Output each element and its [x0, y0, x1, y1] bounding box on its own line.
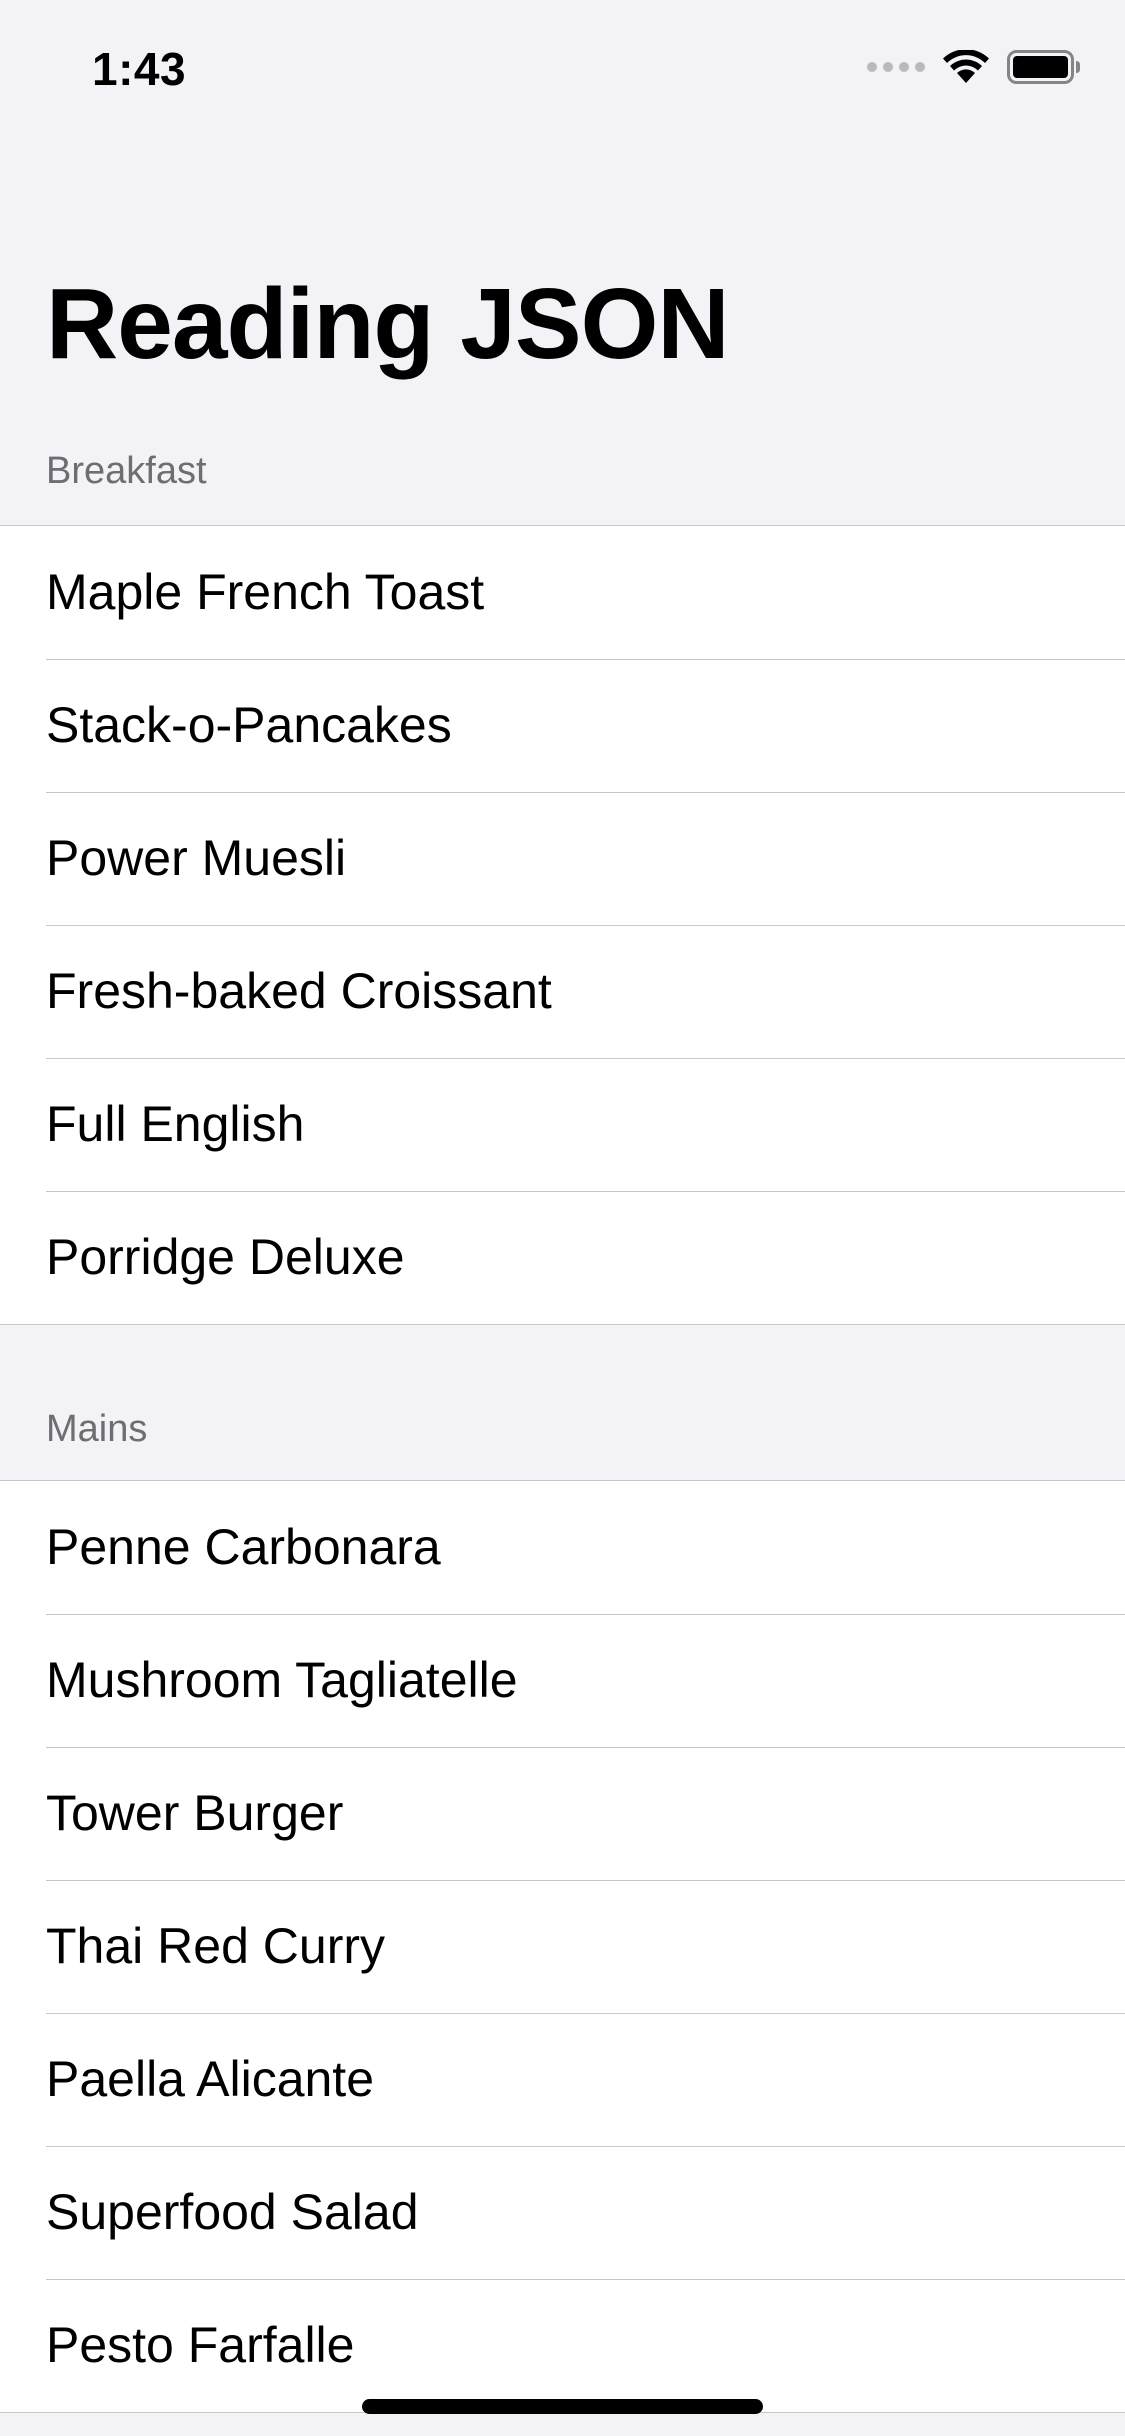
list-item[interactable]: Thai Red Curry	[0, 1880, 1125, 2013]
list-item-label: Power Muesli	[46, 830, 347, 886]
list-item[interactable]: Fresh-baked Croissant	[0, 925, 1125, 1058]
list-item[interactable]: Power Muesli	[0, 792, 1125, 925]
status-indicators	[867, 50, 1081, 84]
list-item[interactable]: Pesto Farfalle	[0, 2279, 1125, 2412]
list-item-label: Full English	[46, 1096, 305, 1152]
status-time: 1:43	[92, 43, 187, 95]
list-item-label: Fresh-baked Croissant	[46, 963, 552, 1019]
list-item-label: Penne Carbonara	[46, 1519, 441, 1575]
list-item-label: Superfood Salad	[46, 2184, 419, 2240]
home-indicator[interactable]	[362, 2399, 763, 2414]
mains-list: Penne Carbonara Mushroom Tagliatelle Tow…	[0, 1480, 1125, 2413]
section-header-mains: Mains	[46, 1408, 148, 1450]
list-item[interactable]: Stack-o-Pancakes	[0, 659, 1125, 792]
list-item-label: Porridge Deluxe	[46, 1229, 405, 1285]
page-title: Reading JSON	[46, 268, 730, 380]
list-item[interactable]: Superfood Salad	[0, 2146, 1125, 2279]
list-item[interactable]: Maple French Toast	[0, 526, 1125, 659]
cellular-signal-icon	[867, 62, 925, 72]
list-item-label: Tower Burger	[46, 1785, 344, 1841]
status-bar: 1:43	[0, 0, 1125, 132]
wifi-icon	[943, 50, 989, 83]
list-item-label: Mushroom Tagliatelle	[46, 1652, 518, 1708]
list-item-label: Thai Red Curry	[46, 1918, 385, 1974]
list-item-label: Maple French Toast	[46, 564, 485, 620]
list-item-label: Stack-o-Pancakes	[46, 697, 452, 753]
list-item[interactable]: Mushroom Tagliatelle	[0, 1614, 1125, 1747]
list-item-label: Paella Alicante	[46, 2051, 375, 2107]
battery-icon	[1007, 50, 1080, 84]
list-item-label: Pesto Farfalle	[46, 2317, 355, 2373]
breakfast-list: Maple French Toast Stack-o-Pancakes Powe…	[0, 525, 1125, 1325]
list-item[interactable]: Full English	[0, 1058, 1125, 1191]
list-item[interactable]: Paella Alicante	[0, 2013, 1125, 2146]
list-item[interactable]: Penne Carbonara	[0, 1481, 1125, 1614]
list-item[interactable]: Tower Burger	[0, 1747, 1125, 1880]
section-header-breakfast: Breakfast	[46, 450, 207, 492]
list-item[interactable]: Porridge Deluxe	[0, 1191, 1125, 1324]
